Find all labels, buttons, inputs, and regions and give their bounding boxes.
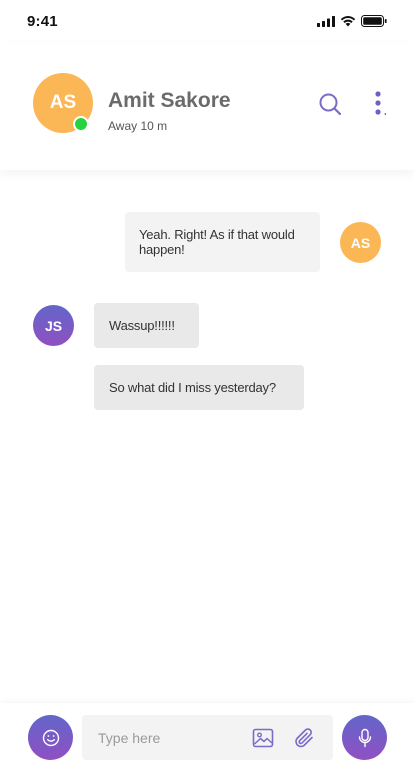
- message-text: Yeah. Right! As if that would happen!: [139, 227, 295, 257]
- more-vertical-icon[interactable]: [370, 90, 386, 118]
- message-text: So what did I miss yesterday?: [109, 380, 276, 395]
- search-icon[interactable]: [318, 92, 342, 116]
- sender-avatar-initials: AS: [350, 234, 371, 251]
- chat-screen: 9:41 AS Amit Sakore Away 10 m Yeah. Righ…: [0, 0, 414, 770]
- status-icons: [317, 15, 387, 27]
- microphone-button[interactable]: [342, 715, 387, 760]
- contact-name[interactable]: Amit Sakore: [108, 89, 231, 113]
- status-time: 9:41: [27, 13, 58, 30]
- emoji-button[interactable]: [28, 715, 73, 760]
- image-icon[interactable]: [252, 727, 274, 749]
- microphone-icon: [358, 728, 371, 747]
- emoji-icon: [42, 729, 59, 746]
- message-input-box[interactable]: [82, 715, 333, 760]
- message-bubble-received[interactable]: So what did I miss yesterday?: [94, 365, 304, 410]
- paperclip-icon[interactable]: [292, 726, 316, 750]
- message-input[interactable]: [98, 715, 238, 760]
- online-status-dot: [73, 116, 89, 132]
- message-bubble-received[interactable]: Wassup!!!!!!: [94, 303, 199, 348]
- message-text: Wassup!!!!!!: [109, 318, 175, 333]
- contact-avatar-initials: AS: [49, 92, 77, 113]
- receiver-avatar: JS: [33, 305, 74, 346]
- message-list[interactable]: Yeah. Right! As if that would happen! AS…: [0, 170, 414, 703]
- sender-avatar: AS: [340, 222, 381, 263]
- wifi-icon: [340, 16, 356, 27]
- receiver-avatar-initials: JS: [44, 317, 63, 334]
- composer-bar: [0, 703, 414, 770]
- message-bubble-sent[interactable]: Yeah. Right! As if that would happen!: [125, 212, 320, 272]
- cellular-signal-icon: [317, 15, 335, 27]
- status-bar: 9:41: [0, 0, 414, 44]
- battery-icon: [361, 15, 387, 27]
- contact-status: Away 10 m: [108, 119, 168, 133]
- chat-header: AS Amit Sakore Away 10 m: [0, 44, 414, 170]
